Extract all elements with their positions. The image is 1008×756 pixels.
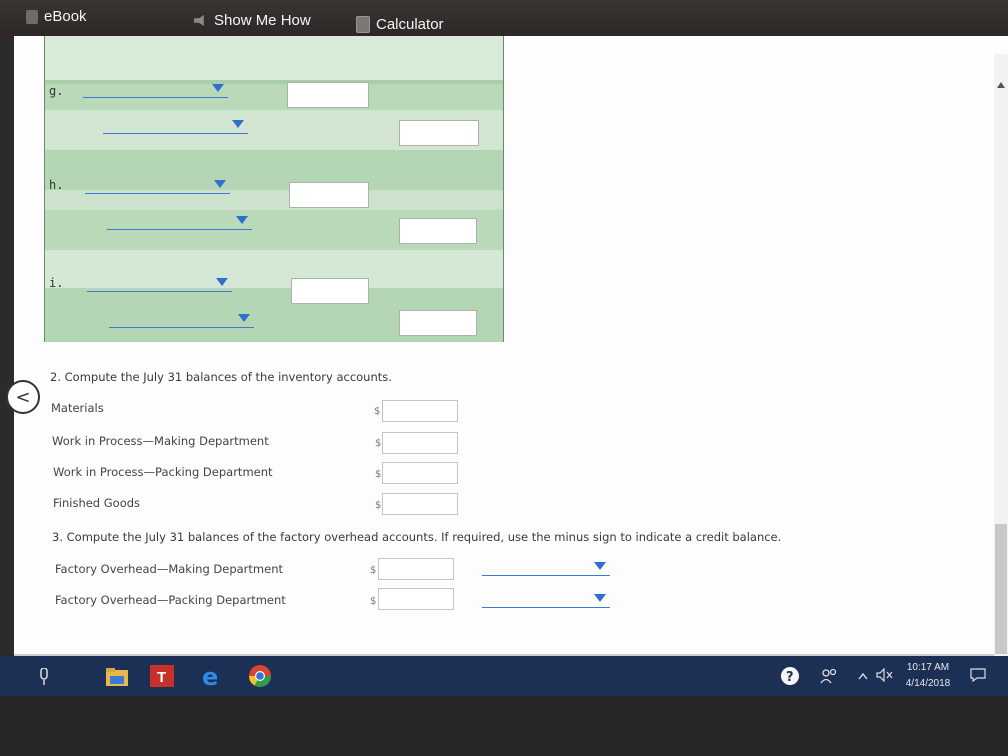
dropdown-arrow-icon (238, 314, 250, 322)
chevron-left-icon: < (15, 386, 31, 408)
account-dropdown-h-credit[interactable] (107, 214, 252, 230)
speaker-icon (194, 15, 204, 26)
table-row (45, 36, 503, 80)
dropdown-arrow-icon (214, 180, 226, 188)
book-icon (26, 9, 38, 24)
foh-making-balance-input[interactable] (378, 558, 454, 580)
credit-input-h[interactable] (399, 218, 477, 244)
dollar-sign: $ (370, 565, 377, 576)
clock-date[interactable]: 4/14/2018 (898, 678, 958, 689)
svg-text:e: e (202, 664, 218, 688)
debit-input-h[interactable] (289, 182, 369, 208)
foh-making-balance-type-dropdown[interactable] (482, 560, 610, 576)
q2-label-wip-packing: Work in Process—Packing Department (53, 465, 273, 479)
journal-entry-table: g. h. i. (44, 36, 504, 342)
account-dropdown-h-debit[interactable] (85, 178, 230, 194)
debit-input-g[interactable] (287, 82, 369, 108)
dollar-sign: $ (374, 406, 381, 417)
finished-goods-balance-input[interactable] (382, 493, 458, 515)
question-3-prompt: 3. Compute the July 31 balances of the f… (52, 530, 782, 544)
ebook-button[interactable]: eBook (26, 8, 87, 25)
top-toolbar: eBook Show Me How Calculator (0, 0, 1008, 38)
debit-input-i[interactable] (291, 278, 369, 304)
dollar-sign: $ (375, 438, 382, 449)
account-dropdown-i-credit[interactable] (109, 312, 254, 328)
dropdown-arrow-icon (594, 594, 606, 602)
account-dropdown-g-debit[interactable] (83, 82, 228, 98)
action-center-icon[interactable] (970, 668, 986, 682)
svg-text:T: T (157, 669, 166, 686)
q3-label-foh-packing: Factory Overhead—Packing Department (55, 593, 286, 607)
speaker-muted-icon[interactable] (876, 668, 894, 682)
row-label-h: h. (49, 178, 64, 192)
show-me-how-button[interactable]: Show Me How (194, 12, 311, 29)
dollar-sign: $ (375, 500, 382, 511)
scroll-up-icon[interactable] (997, 82, 1005, 88)
q2-label-materials: Materials (51, 401, 104, 415)
credit-input-i[interactable] (399, 310, 477, 336)
people-icon[interactable] (820, 668, 838, 684)
file-explorer-icon[interactable] (106, 668, 128, 686)
chrome-browser-icon[interactable] (248, 664, 272, 688)
edge-browser-icon[interactable]: e (200, 664, 226, 688)
dropdown-arrow-icon (232, 120, 244, 128)
q3-label-foh-making: Factory Overhead—Making Department (55, 562, 283, 576)
q2-label-finished-goods: Finished Goods (53, 496, 141, 510)
calculator-label: Calculator (376, 16, 444, 33)
calculator-button[interactable]: Calculator (356, 16, 444, 33)
question-2-prompt: 2. Compute the July 31 balances of the i… (50, 370, 392, 384)
foh-packing-balance-type-dropdown[interactable] (482, 592, 610, 608)
chevron-up-icon[interactable] (858, 672, 868, 680)
dollar-sign: $ (370, 596, 377, 607)
materials-balance-input[interactable] (382, 400, 458, 422)
scrollbar-thumb[interactable] (995, 524, 1007, 654)
previous-button[interactable]: < (6, 380, 40, 414)
dropdown-arrow-icon (594, 562, 606, 570)
dollar-sign: $ (375, 469, 382, 480)
main-content: g. h. i. < 2. Compute the July 31 balanc… (6, 36, 1008, 664)
q2-label-wip-making: Work in Process—Making Department (52, 434, 269, 448)
help-icon[interactable]: ? (780, 666, 800, 686)
dropdown-arrow-icon (236, 216, 248, 224)
vertical-scrollbar[interactable] (994, 54, 1008, 664)
account-dropdown-g-credit[interactable] (103, 118, 248, 134)
screen-bezel (0, 696, 1008, 756)
show-me-how-label: Show Me How (214, 12, 311, 29)
windows-taskbar: T e ? 10:17 AM 4/14/2018 (0, 656, 1008, 696)
account-dropdown-i-debit[interactable] (87, 276, 232, 292)
ebook-label: eBook (44, 8, 87, 25)
textbook-app-icon[interactable]: T (150, 665, 174, 687)
microphone-icon[interactable] (38, 668, 50, 686)
clock-time[interactable]: 10:17 AM (898, 662, 958, 673)
credit-input-g[interactable] (399, 120, 479, 146)
foh-packing-balance-input[interactable] (378, 588, 454, 610)
calculator-icon (356, 16, 370, 33)
wip-packing-balance-input[interactable] (382, 462, 458, 484)
dropdown-arrow-icon (212, 84, 224, 92)
wip-making-balance-input[interactable] (382, 432, 458, 454)
row-label-g: g. (49, 84, 64, 98)
svg-text:?: ? (786, 670, 794, 685)
dropdown-arrow-icon (216, 278, 228, 286)
row-label-i: i. (49, 276, 64, 290)
